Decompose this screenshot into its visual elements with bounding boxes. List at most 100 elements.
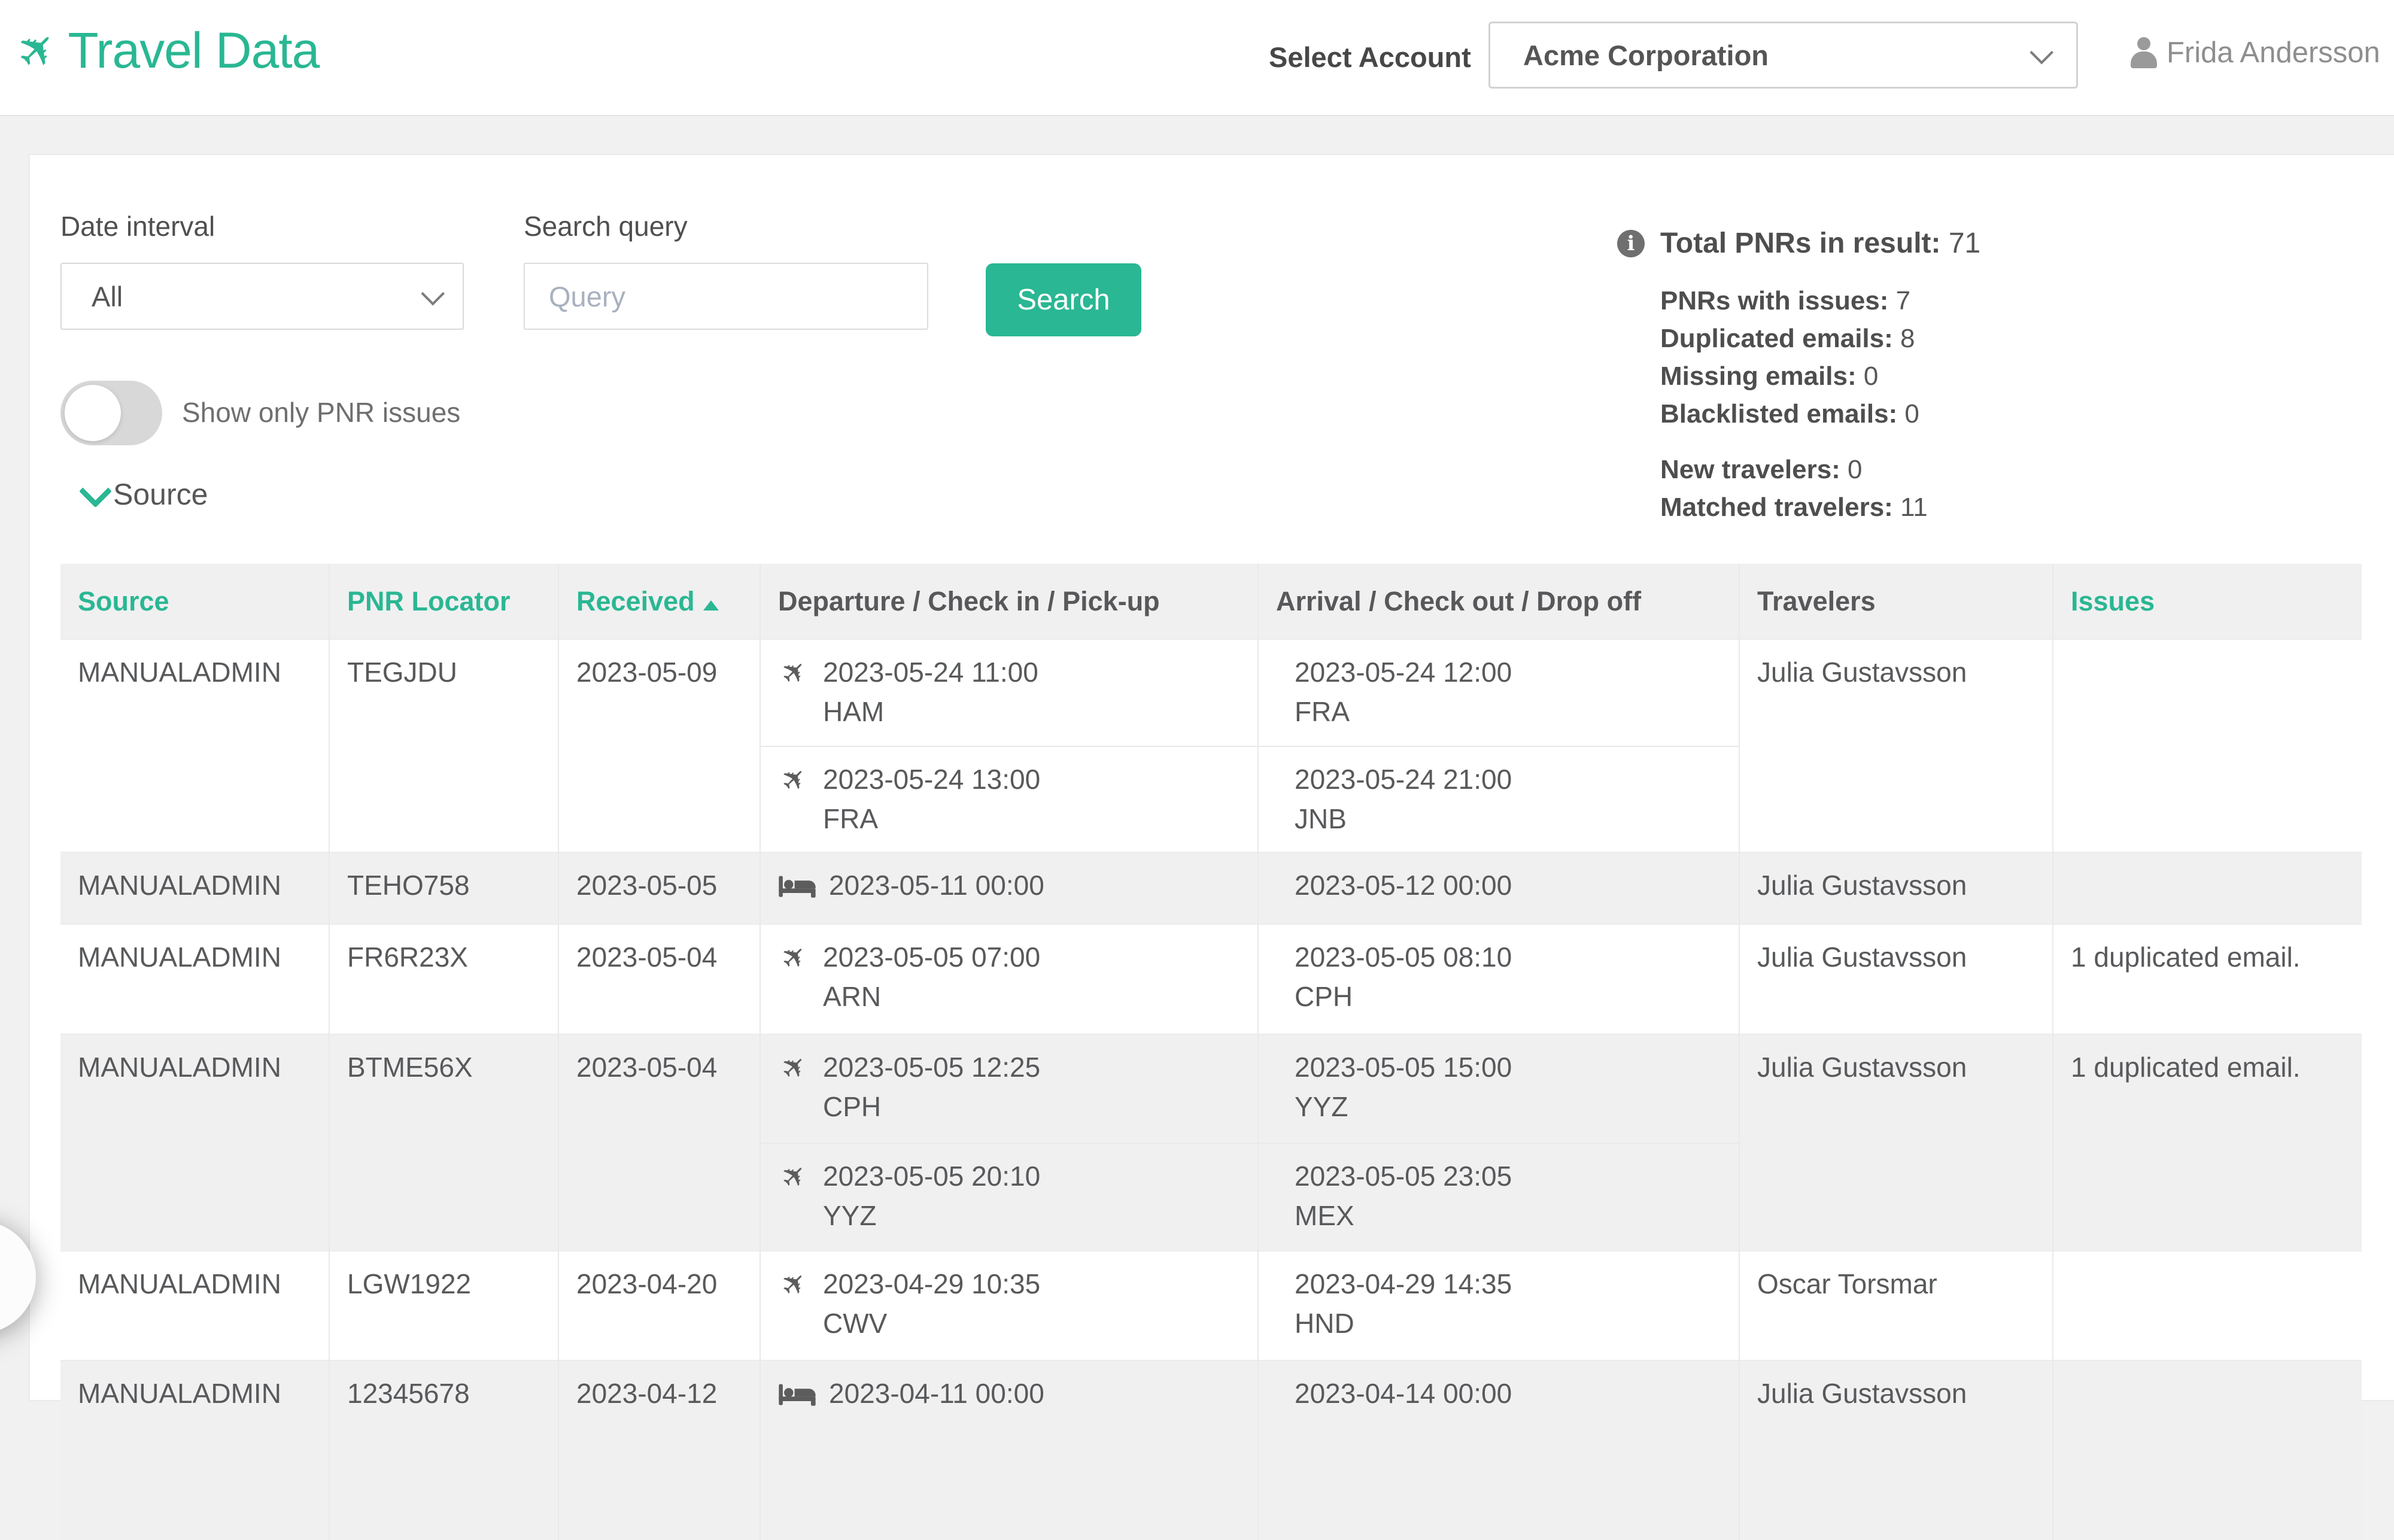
arr-location: JNB	[1295, 802, 1512, 836]
cell-arrival: 2023-05-05 15:00YYZ2023-05-05 23:05MEX	[1258, 1034, 1739, 1251]
cell-issues	[2053, 1251, 2362, 1360]
flight-icon: ✈	[770, 933, 818, 980]
cell-travelers: Julia Gustavsson	[1739, 852, 2053, 924]
user-menu[interactable]: Frida Andersson	[2131, 36, 2380, 69]
departure-segment: ✈2023-05-24 11:00HAM	[761, 640, 1257, 746]
cell-source: MANUALADMIN	[60, 1034, 329, 1251]
arr-location: FRA	[1295, 695, 1512, 728]
stat-line: Matched travelers: 11	[1660, 493, 1980, 523]
app-logo[interactable]: ✈ Travel Data	[18, 25, 319, 75]
pnr-table: SourcePNR LocatorReceivedDeparture / Che…	[60, 564, 2362, 1540]
column-header-received[interactable]: Received	[558, 564, 760, 639]
cell-departure: 2023-05-11 00:00	[760, 852, 1258, 924]
cell-travelers: Julia Gustavsson	[1739, 924, 2053, 1034]
cell-received: 2023-05-09	[558, 639, 760, 852]
source-section-toggle[interactable]: Source	[84, 477, 208, 512]
cell-source: MANUALADMIN	[60, 852, 329, 924]
account-select-value: Acme Corporation	[1523, 39, 1769, 72]
cell-source: MANUALADMIN	[60, 1360, 329, 1540]
arr-time: 2023-05-24 21:00	[1295, 763, 1512, 796]
column-header-pnr[interactable]: PNR Locator	[329, 564, 558, 639]
cell-pnr-locator: LGW1922	[329, 1251, 558, 1360]
table-row: MANUALADMINBTME56X2023-05-04✈2023-05-05 …	[60, 1034, 2362, 1251]
cell-source: MANUALADMIN	[60, 924, 329, 1034]
date-interval-select[interactable]: All	[60, 263, 464, 330]
cell-issues	[2053, 852, 2362, 924]
arr-location: MEX	[1295, 1199, 1512, 1232]
column-header-departure: Departure / Check in / Pick-up	[760, 564, 1258, 639]
table-header-row: SourcePNR LocatorReceivedDeparture / Che…	[60, 564, 2362, 639]
cell-received: 2023-05-05	[558, 852, 760, 924]
column-header-issues[interactable]: Issues	[2053, 564, 2362, 639]
cell-travelers: Julia Gustavsson	[1739, 1360, 2053, 1540]
cell-travelers: Oscar Torsmar	[1739, 1251, 2053, 1360]
stat-total-value: 71	[1949, 227, 1980, 259]
arrival-segment: 2023-04-29 14:35HND	[1259, 1252, 1739, 1356]
cell-departure: ✈2023-05-05 12:25CPH✈2023-05-05 20:10YYZ	[760, 1034, 1258, 1251]
cell-travelers: Julia Gustavsson	[1739, 1034, 2053, 1251]
flight-icon: ✈	[770, 1043, 818, 1091]
cell-pnr-locator: TEGJDU	[329, 639, 558, 852]
pnr-issues-toggle[interactable]	[60, 381, 162, 445]
cell-departure: 2023-04-11 00:00	[760, 1360, 1258, 1540]
arrival-segment: 2023-05-05 23:05MEX	[1259, 1143, 1739, 1250]
stat-line: New travelers: 0	[1660, 455, 1980, 485]
cell-arrival: 2023-04-29 14:35HND	[1258, 1251, 1739, 1360]
stat-group-1: PNRs with issues: 7Duplicated emails: 8M…	[1617, 286, 1980, 429]
cell-pnr-locator: 12345678	[329, 1360, 558, 1540]
stat-group-2: New travelers: 0 Matched travelers: 11	[1617, 455, 1980, 523]
dep-location: HAM	[823, 695, 1038, 728]
select-account-label: Select Account	[1269, 41, 1471, 74]
arr-time: 2023-04-14 00:00	[1295, 1377, 1512, 1410]
pnr-stats: i Total PNRs in result: 71 PNRs with iss…	[1617, 227, 1980, 530]
arrival-segment: 2023-05-05 15:00YYZ	[1259, 1035, 1739, 1143]
account-select[interactable]: Acme Corporation	[1488, 22, 2078, 89]
departure-segment: 2023-05-11 00:00	[761, 853, 1257, 918]
cell-pnr-locator: TEHO758	[329, 852, 558, 924]
date-interval-value: All	[92, 280, 123, 313]
cell-departure: ✈2023-05-05 07:00ARN	[760, 924, 1258, 1034]
departure-segment: ✈2023-05-05 07:00ARN	[761, 925, 1257, 1029]
bed-icon	[777, 1380, 817, 1408]
departure-segment: ✈2023-05-05 20:10YYZ	[761, 1143, 1257, 1250]
arr-location: CPH	[1295, 980, 1512, 1013]
dep-location: FRA	[823, 802, 1040, 836]
search-input[interactable]	[524, 263, 928, 330]
cell-issues	[2053, 639, 2362, 852]
chevron-down-icon	[421, 282, 445, 306]
arrival-segment: 2023-05-05 08:10CPH	[1259, 925, 1739, 1029]
bed-icon	[777, 872, 817, 900]
dep-time: 2023-05-11 00:00	[829, 868, 1044, 902]
dep-location: ARN	[823, 980, 1040, 1013]
dep-location: CPH	[823, 1090, 1040, 1123]
search-button[interactable]: Search	[986, 263, 1141, 336]
arrival-segment: 2023-04-14 00:00	[1259, 1361, 1739, 1426]
arr-time: 2023-05-05 15:00	[1295, 1050, 1512, 1084]
plane-icon: ✈	[7, 20, 68, 80]
chevron-down-icon	[79, 475, 112, 508]
departure-segment: ✈2023-04-29 10:35CWV	[761, 1252, 1257, 1356]
cell-pnr-locator: FR6R23X	[329, 924, 558, 1034]
stat-line: Missing emails: 0	[1660, 362, 1980, 391]
cell-received: 2023-05-04	[558, 924, 760, 1034]
stat-line: Blacklisted emails: 0	[1660, 399, 1980, 429]
arr-location: HND	[1295, 1307, 1512, 1340]
pnr-issues-toggle-label: Show only PNR issues	[182, 396, 460, 429]
cell-travelers: Julia Gustavsson	[1739, 639, 2053, 852]
cell-pnr-locator: BTME56X	[329, 1034, 558, 1251]
column-header-source[interactable]: Source	[60, 564, 329, 639]
stat-total-label: Total PNRs in result	[1660, 227, 1931, 259]
stat-total: i Total PNRs in result: 71	[1617, 227, 1980, 260]
arr-time: 2023-05-12 00:00	[1295, 868, 1512, 902]
cell-arrival: 2023-05-12 00:00	[1258, 852, 1739, 924]
cell-issues	[2053, 1360, 2362, 1540]
table-row: MANUALADMINTEGJDU2023-05-09✈2023-05-24 1…	[60, 639, 2362, 852]
arr-time: 2023-05-24 12:00	[1295, 655, 1512, 689]
cell-arrival: 2023-05-05 08:10CPH	[1258, 924, 1739, 1034]
cell-received: 2023-04-12	[558, 1360, 760, 1540]
cell-received: 2023-05-04	[558, 1034, 760, 1251]
flight-icon: ✈	[770, 755, 818, 803]
top-bar: ✈ Travel Data Select Account Acme Corpor…	[0, 0, 2394, 116]
departure-segment: ✈2023-05-05 12:25CPH	[761, 1035, 1257, 1143]
column-header-arrival: Arrival / Check out / Drop off	[1258, 564, 1739, 639]
